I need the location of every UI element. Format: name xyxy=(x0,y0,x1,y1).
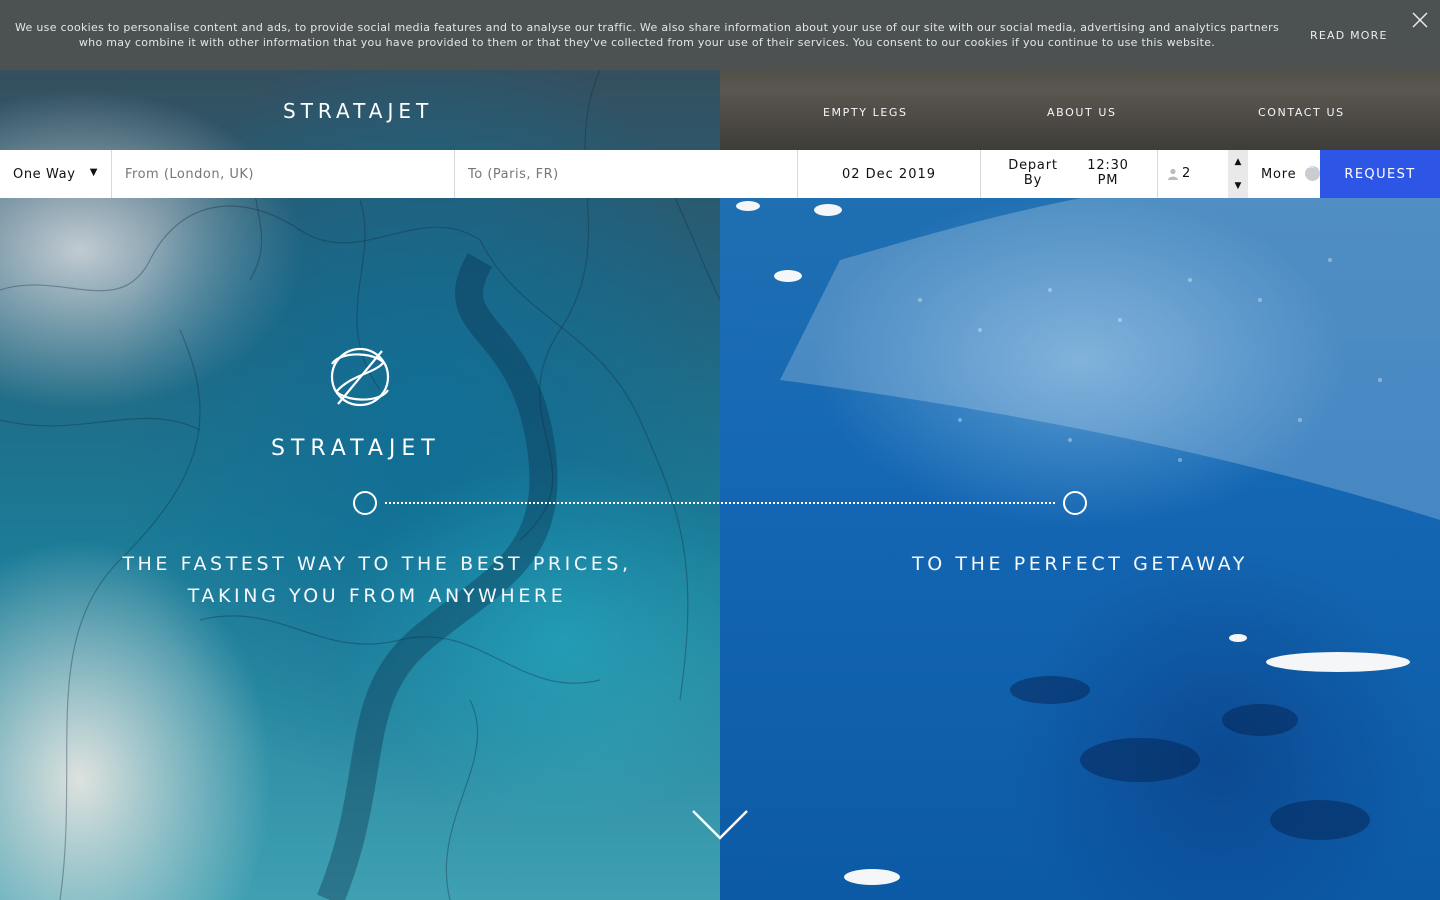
increment-button[interactable]: ▲ xyxy=(1228,150,1248,174)
request-button[interactable]: REQUEST xyxy=(1320,150,1440,198)
stepper-controls: ▲ ▼ xyxy=(1228,150,1248,198)
date-field[interactable]: 02 Dec 2019 xyxy=(798,150,981,198)
nav-about-us[interactable]: ABOUT US xyxy=(1047,106,1117,119)
tagline-right: TO THE PERFECT GETAWAY xyxy=(912,553,1248,575)
booking-bar: One Way ▼ From (London, UK) To (Paris, F… xyxy=(0,150,1440,198)
more-label: More xyxy=(1261,166,1297,182)
depart-time-value: 12:30 PM xyxy=(1087,158,1129,188)
close-icon[interactable] xyxy=(1410,10,1430,30)
cookie-banner: We use cookies to personalise content an… xyxy=(0,0,1440,70)
trip-type-value: One Way xyxy=(13,166,76,182)
depart-label: Depart By xyxy=(1008,158,1058,188)
passenger-stepper[interactable]: 2 ▲ ▼ xyxy=(1158,150,1248,198)
trip-type-select[interactable]: One Way ▼ xyxy=(0,150,112,198)
nav-empty-legs[interactable]: EMPTY LEGS xyxy=(823,106,908,119)
chevron-down-icon[interactable] xyxy=(690,808,750,842)
depart-time-field[interactable]: Depart By 12:30 PM xyxy=(981,150,1158,198)
read-more-link[interactable]: READ MORE xyxy=(1310,29,1388,42)
passenger-count: 2 xyxy=(1182,166,1191,181)
decrement-button[interactable]: ▼ xyxy=(1228,174,1248,198)
header-logo[interactable]: STRATAJET xyxy=(283,99,433,123)
caret-down-icon: ▼ xyxy=(89,167,98,178)
more-dots-icon xyxy=(1305,163,1320,181)
to-input[interactable]: To (Paris, FR) xyxy=(455,150,798,198)
more-options-button[interactable]: More xyxy=(1248,150,1320,198)
route-line xyxy=(353,491,1087,515)
tagline-left: THE FASTEST WAY TO THE BEST PRICES, TAKI… xyxy=(122,553,632,607)
from-input[interactable]: From (London, UK) xyxy=(112,150,455,198)
nav-contact-us[interactable]: CONTACT US xyxy=(1258,106,1345,119)
cookie-text: We use cookies to personalise content an… xyxy=(15,21,1279,49)
person-icon xyxy=(1168,168,1178,180)
